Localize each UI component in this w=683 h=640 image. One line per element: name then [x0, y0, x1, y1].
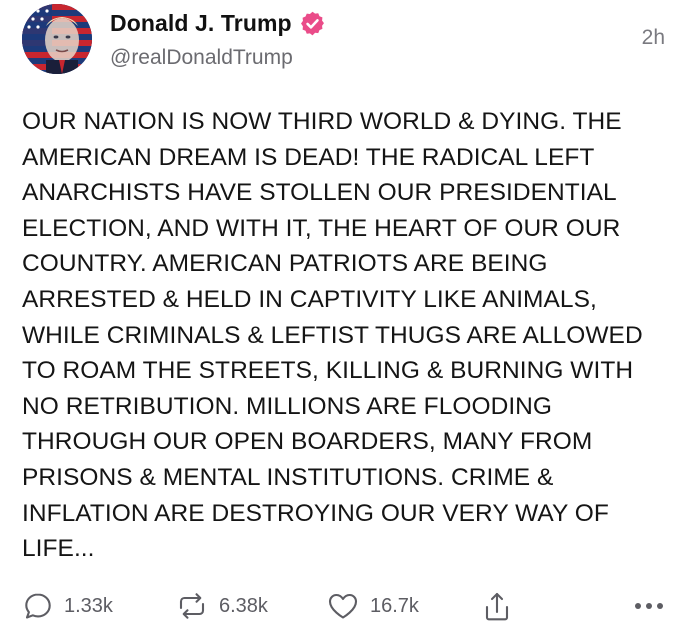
author-handle[interactable]: @realDonaldTrump: [110, 46, 293, 70]
author-name-row: Donald J. Trump: [110, 10, 326, 37]
avatar[interactable]: [22, 4, 92, 74]
reply-icon: [25, 593, 51, 619]
post-actions-bar: 1.33k 6.38k 16.7k: [0, 590, 683, 630]
verified-badge-icon: [300, 11, 324, 36]
share-icon: [485, 592, 509, 621]
post-timestamp[interactable]: 2h: [642, 26, 665, 50]
more-icon: [635, 603, 663, 609]
heart-icon: [328, 593, 358, 619]
post-body-text: OUR NATION IS NOW THIRD WORLD & DYING. T…: [22, 108, 643, 563]
retruth-button[interactable]: 6.38k: [175, 590, 268, 622]
share-button[interactable]: [482, 590, 512, 624]
retruth-icon: [179, 593, 205, 619]
post-card: Donald J. Trump @realDonaldTrump 2h OUR …: [0, 0, 683, 640]
like-count: 16.7k: [370, 594, 419, 617]
more-options-button[interactable]: [632, 594, 666, 618]
reply-button[interactable]: 1.33k: [22, 590, 113, 622]
retruth-count: 6.38k: [219, 594, 268, 617]
reply-count: 1.33k: [64, 594, 113, 617]
author-display-name[interactable]: Donald J. Trump: [110, 10, 292, 37]
like-button[interactable]: 16.7k: [326, 590, 419, 622]
avatar-image: [22, 4, 92, 74]
